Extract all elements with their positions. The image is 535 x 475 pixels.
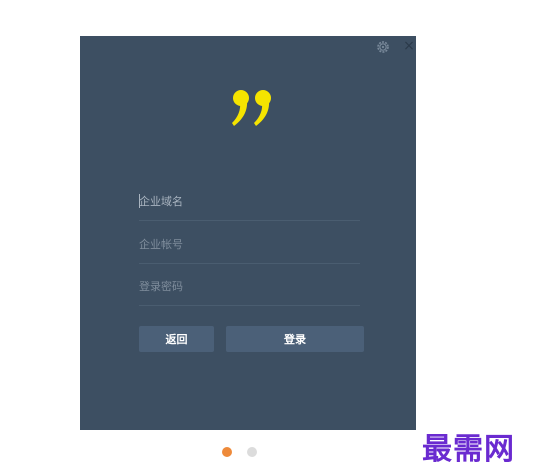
close-icon[interactable]: × (402, 38, 416, 54)
password-input[interactable] (139, 267, 360, 305)
quote-mark-logo (232, 90, 271, 126)
text-cursor (139, 194, 140, 208)
login-panel: × 返回 登录 (80, 36, 416, 430)
account-field (139, 225, 360, 264)
gear-icon[interactable] (376, 40, 390, 54)
carousel-dot-1[interactable] (222, 447, 232, 457)
login-button[interactable]: 登录 (226, 326, 364, 352)
watermark: 最需网 (422, 432, 515, 467)
back-button[interactable]: 返回 (139, 326, 214, 352)
account-input[interactable] (139, 225, 360, 263)
carousel-dot-2[interactable] (247, 447, 257, 457)
password-field (139, 267, 360, 306)
domain-input[interactable] (139, 182, 360, 220)
domain-field (139, 182, 360, 221)
